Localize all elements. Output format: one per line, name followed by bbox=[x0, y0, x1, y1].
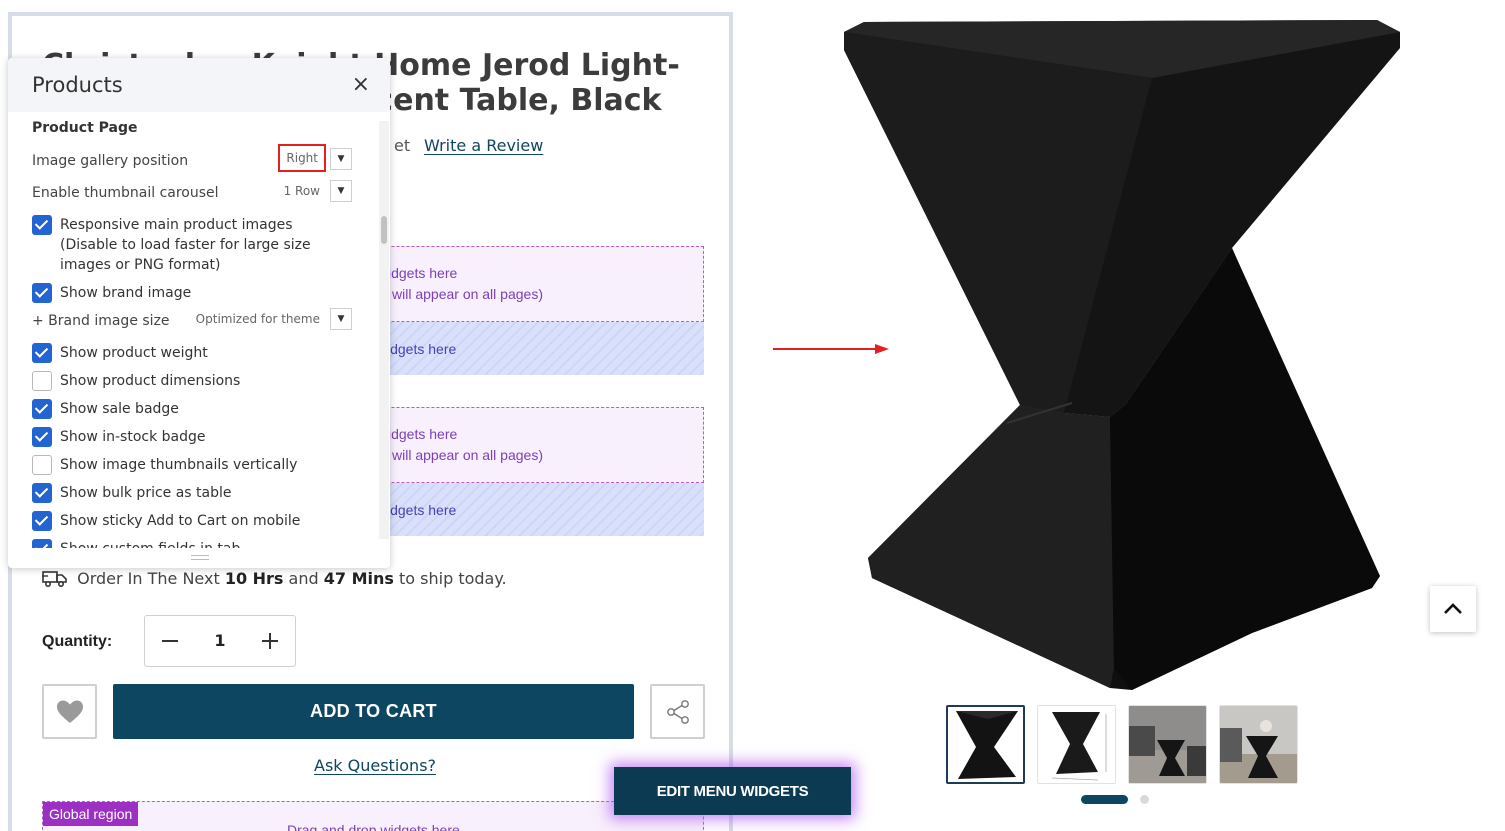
brand-image-size-select[interactable]: Optimized for theme ▼ bbox=[190, 307, 352, 331]
checkbox-checked[interactable] bbox=[32, 511, 52, 531]
checkbox-checked[interactable] bbox=[32, 539, 52, 548]
share-icon bbox=[666, 699, 689, 724]
option-label: Show sticky Add to Cart on mobile bbox=[60, 513, 301, 529]
shipping-suffix: to ship today. bbox=[399, 569, 507, 588]
global-region-tag: Global region bbox=[43, 802, 139, 826]
carousel-dot-active[interactable] bbox=[1081, 795, 1128, 804]
image-thumbnails bbox=[946, 705, 1298, 784]
rating-text: et bbox=[394, 136, 411, 155]
panel-body: Product Page Image gallery position Righ… bbox=[8, 112, 390, 548]
quantity-input[interactable]: 1 bbox=[195, 631, 245, 650]
panel-scrollbar[interactable] bbox=[379, 121, 389, 539]
option-label: Show bulk price as table bbox=[60, 485, 232, 501]
thumbnail-image bbox=[1129, 706, 1206, 783]
chevron-down-icon[interactable]: ▼ bbox=[330, 148, 352, 170]
checkbox-checked[interactable] bbox=[32, 399, 52, 419]
thumbnail-4[interactable] bbox=[1219, 705, 1298, 784]
select-value: Optimized for theme bbox=[195, 312, 320, 326]
checkbox-checked[interactable] bbox=[32, 427, 52, 447]
checkbox-checked[interactable] bbox=[32, 283, 52, 303]
option-label: Show in-stock badge bbox=[60, 429, 206, 445]
main-product-image[interactable] bbox=[832, 8, 1422, 698]
option-label: Show brand image bbox=[60, 285, 192, 301]
panel-title: Products bbox=[32, 73, 123, 97]
shipping-countdown: Order In The Next 10 Hrs and 47 Mins to … bbox=[42, 569, 507, 588]
setting-label[interactable]: + Brand image size bbox=[32, 313, 170, 329]
ask-questions-link[interactable]: Ask Questions? bbox=[314, 756, 436, 775]
option-label: Show sale badge bbox=[60, 401, 179, 417]
global-region-text: Drag and drop widgets here bbox=[287, 822, 460, 831]
section-title: Product Page bbox=[32, 120, 138, 136]
thumbnail-carousel-select[interactable]: 1 Row ▼ bbox=[278, 179, 352, 203]
drop-zone-text: idgets here bbox=[387, 502, 457, 518]
option-label: Responsive main product images (Disable … bbox=[60, 217, 311, 273]
drop-zone-text: idgets here bbox=[387, 341, 457, 357]
chevron-down-icon[interactable]: ▼ bbox=[330, 308, 352, 330]
products-settings-panel: Products × Product Page Image gallery po… bbox=[8, 58, 390, 568]
add-to-cart-button[interactable]: ADD TO CART bbox=[113, 684, 634, 739]
global-region-drop-zone[interactable]: Global region Drag and drop widgets here bbox=[42, 801, 704, 831]
setting-label: Image gallery position bbox=[32, 153, 189, 169]
checkbox-unchecked[interactable] bbox=[32, 371, 52, 391]
shipping-and: and bbox=[288, 569, 319, 588]
checkbox-unchecked[interactable] bbox=[32, 455, 52, 475]
scroll-to-top-button[interactable] bbox=[1430, 586, 1476, 632]
minus-icon bbox=[162, 640, 178, 642]
checkbox-checked[interactable] bbox=[32, 483, 52, 503]
panel-header: Products × bbox=[8, 58, 390, 112]
thumbnail-image bbox=[956, 711, 1018, 779]
close-icon[interactable]: × bbox=[352, 72, 370, 97]
write-review-link[interactable]: Write a Review bbox=[424, 136, 543, 155]
wishlist-button[interactable] bbox=[42, 684, 97, 739]
setting-label: Enable thumbnail carousel bbox=[32, 185, 219, 201]
share-button[interactable] bbox=[650, 684, 705, 739]
thumbnail-3[interactable] bbox=[1128, 705, 1207, 784]
option-responsive-images[interactable]: Responsive main product images (Disable … bbox=[32, 215, 352, 275]
shipping-hours: 10 Hrs bbox=[224, 569, 284, 588]
increase-quantity-button[interactable] bbox=[255, 626, 285, 656]
carousel-dots bbox=[1081, 795, 1149, 804]
drop-zone-text: idgets here bbox=[388, 265, 458, 281]
decrease-quantity-button[interactable] bbox=[155, 626, 185, 656]
chevron-down-icon[interactable]: ▼ bbox=[330, 180, 352, 202]
edit-menu-widgets-button[interactable]: EDIT MENU WIDGETS bbox=[614, 767, 851, 815]
thumbnail-1[interactable] bbox=[946, 705, 1025, 784]
option-label: Show image thumbnails vertically bbox=[60, 457, 298, 473]
chevron-up-icon bbox=[1444, 603, 1462, 614]
select-value: 1 Row bbox=[283, 184, 320, 198]
truck-icon bbox=[42, 571, 67, 587]
image-gallery-position-select[interactable]: Right ▼ bbox=[278, 144, 352, 172]
resize-handle[interactable] bbox=[191, 555, 209, 560]
checkbox-checked[interactable] bbox=[32, 343, 52, 363]
drop-zone-note: will appear on all pages) bbox=[392, 286, 543, 302]
quantity-label: Quantity: bbox=[42, 633, 113, 650]
drop-zone-text: idgets here bbox=[388, 426, 458, 442]
plus-icon bbox=[262, 633, 278, 649]
thumbnail-image bbox=[1051, 712, 1107, 781]
carousel-dot[interactable] bbox=[1140, 795, 1149, 804]
option-label: Show custom fields in tab bbox=[60, 539, 350, 548]
thumbnail-2[interactable] bbox=[1037, 705, 1116, 784]
quantity-stepper: 1 bbox=[144, 615, 296, 667]
scrollbar-thumb[interactable] bbox=[381, 216, 387, 244]
option-label: Show product dimensions bbox=[60, 373, 241, 389]
checkbox-checked[interactable] bbox=[32, 215, 52, 235]
select-value: Right bbox=[278, 144, 326, 172]
thumbnail-image bbox=[1220, 706, 1297, 783]
option-label: Show product weight bbox=[60, 345, 208, 361]
heart-icon bbox=[56, 700, 83, 723]
drop-zone-note: will appear on all pages) bbox=[392, 447, 543, 463]
shipping-mins: 47 Mins bbox=[323, 569, 394, 588]
shipping-prefix: Order In The Next bbox=[77, 569, 220, 588]
